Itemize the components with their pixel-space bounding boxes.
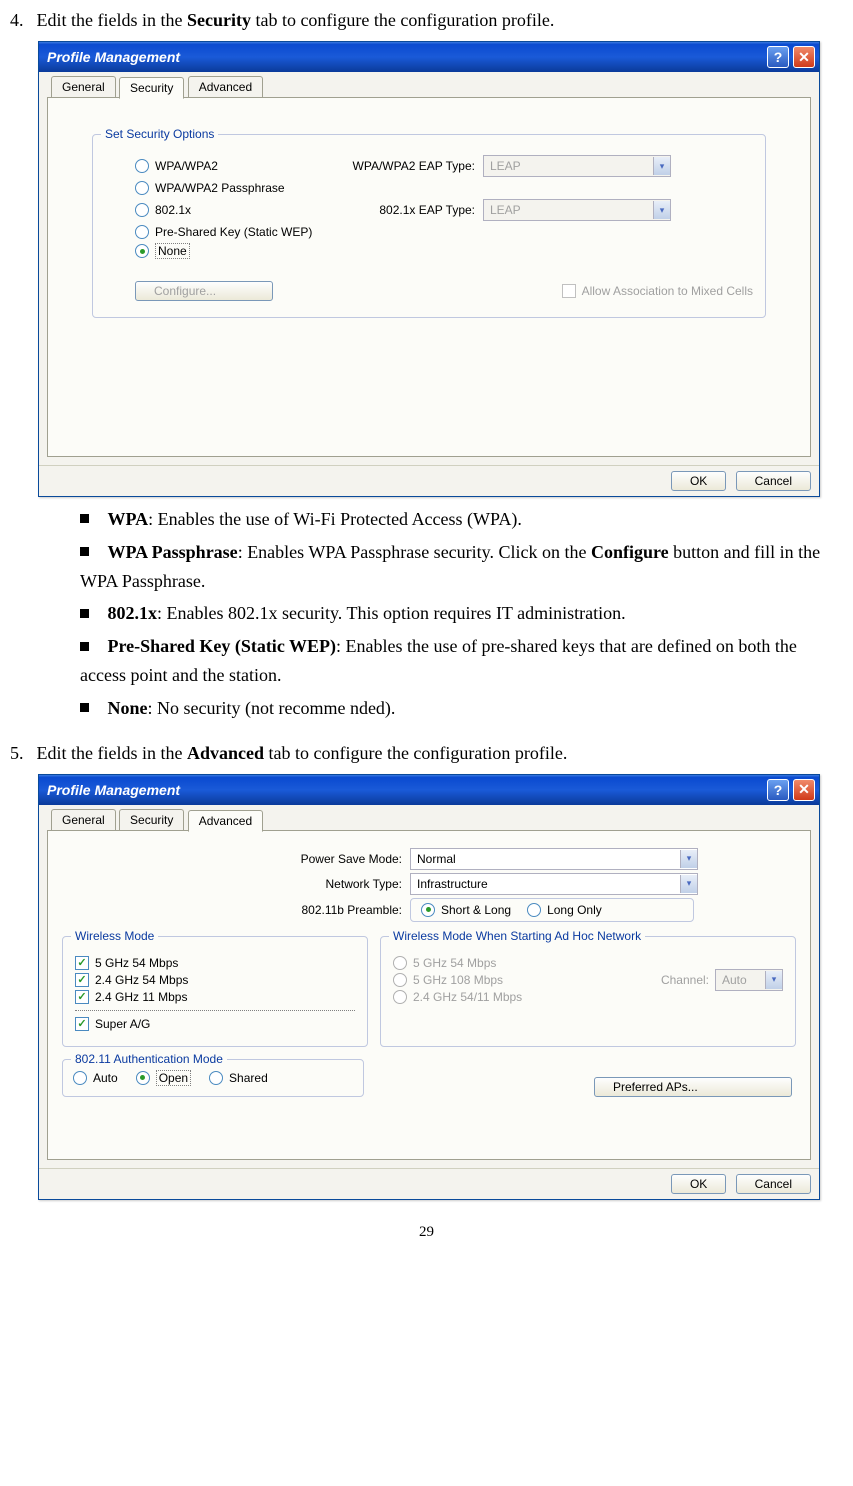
radio-none-label: None	[155, 243, 190, 259]
radio-ah-24	[393, 990, 407, 1004]
step-4-num: 4.	[10, 10, 32, 31]
group-title: Wireless Mode When Starting Ad Hoc Netwo…	[389, 929, 645, 943]
preferred-aps-button[interactable]: Preferred APs...	[594, 1077, 792, 1097]
radio-wpa-label: WPA/WPA2	[155, 159, 335, 173]
check-super-ag[interactable]: ✓	[75, 1017, 89, 1031]
ok-button[interactable]: OK	[671, 1174, 726, 1194]
radio-long-only[interactable]	[527, 903, 541, 917]
bullet-icon	[80, 609, 89, 618]
radio-ah-5-108	[393, 973, 407, 987]
preamble-group: Short & Long Long Only	[410, 898, 694, 922]
close-button[interactable]: ✕	[793, 46, 815, 68]
eap1-label: WPA/WPA2 EAP Type:	[335, 159, 483, 173]
cancel-button[interactable]: Cancel	[736, 471, 811, 491]
bullet-icon	[80, 514, 89, 523]
radio-psk-label: Pre-Shared Key (Static WEP)	[155, 225, 312, 239]
bullet-icon	[80, 547, 89, 556]
tab-strip: General Security Advanced	[47, 809, 811, 831]
configure-button: Configure...	[135, 281, 273, 301]
tab-general[interactable]: General	[51, 809, 116, 830]
window-title: Profile Management	[47, 782, 763, 798]
eap1-combo: LEAP▾	[483, 155, 671, 177]
radio-none[interactable]	[135, 244, 149, 258]
step-5: 5. Edit the fields in the Advanced tab t…	[10, 743, 843, 764]
security-options-group: Set Security Options WPA/WPA2 WPA/WPA2 E…	[92, 134, 766, 318]
ok-button[interactable]: OK	[671, 471, 726, 491]
adhoc-mode-group: Wireless Mode When Starting Ad Hoc Netwo…	[380, 936, 796, 1047]
psm-label: Power Save Mode:	[262, 852, 410, 866]
bullet-icon	[80, 642, 89, 651]
dialog-body: General Security Advanced Set Security O…	[39, 72, 819, 465]
tab-security[interactable]: Security	[119, 809, 184, 830]
psm-combo[interactable]: Normal▾	[410, 848, 698, 870]
help-button[interactable]: ?	[767, 779, 789, 801]
group-title: Wireless Mode	[71, 929, 158, 943]
chevron-down-icon: ▾	[765, 971, 782, 989]
eap2-label: 802.1x EAP Type:	[335, 203, 483, 217]
chevron-down-icon: ▾	[680, 850, 697, 868]
bullet-wpa-passphrase: WPA Passphrase: Enables WPA Passphrase s…	[80, 538, 843, 596]
dialog-body: General Security Advanced Power Save Mod…	[39, 805, 819, 1168]
auth-mode-group: 802.11 Authentication Mode Auto Open Sha…	[62, 1059, 364, 1097]
check-24ghz-54[interactable]: ✓	[75, 973, 89, 987]
radio-ah-5-54	[393, 956, 407, 970]
radio-auth-shared[interactable]	[209, 1071, 223, 1085]
security-panel: Set Security Options WPA/WPA2 WPA/WPA2 E…	[47, 97, 811, 457]
radio-auth-open[interactable]	[136, 1071, 150, 1085]
allow-mixed-check	[562, 284, 576, 298]
step-5-text: Edit the fields in the Advanced tab to c…	[37, 743, 568, 763]
wireless-mode-group: Wireless Mode ✓5 GHz 54 Mbps ✓2.4 GHz 54…	[62, 936, 368, 1047]
chevron-down-icon: ▾	[653, 201, 670, 219]
bullet-wpa: WPA: Enables the use of Wi-Fi Protected …	[80, 505, 843, 534]
radio-auth-auto[interactable]	[73, 1071, 87, 1085]
radio-8021x-label: 802.1x	[155, 203, 335, 217]
step-4: 4. Edit the fields in the Security tab t…	[10, 10, 843, 31]
close-button[interactable]: ✕	[793, 779, 815, 801]
radio-wpa[interactable]	[135, 159, 149, 173]
group-title: 802.11 Authentication Mode	[71, 1052, 227, 1066]
chevron-down-icon: ▾	[680, 875, 697, 893]
allow-mixed-label: Allow Association to Mixed Cells	[582, 284, 753, 298]
profile-mgmt-dialog-security: Profile Management ? ✕ General Security …	[38, 41, 820, 497]
cancel-button[interactable]: Cancel	[736, 1174, 811, 1194]
check-5ghz-54[interactable]: ✓	[75, 956, 89, 970]
check-24ghz-11[interactable]: ✓	[75, 990, 89, 1004]
radio-psk[interactable]	[135, 225, 149, 239]
radio-wpa-passphrase-label: WPA/WPA2 Passphrase	[155, 181, 285, 195]
bullet-none: None: No security (not recomme nded).	[80, 694, 843, 723]
bullet-8021x: 802.1x: Enables 802.1x security. This op…	[80, 599, 843, 628]
tab-advanced[interactable]: Advanced	[188, 810, 263, 832]
channel-label: Channel:	[661, 973, 709, 987]
separator	[75, 1010, 355, 1011]
preamble-label: 802.11b Preamble:	[262, 903, 410, 917]
page-number: 29	[10, 1224, 843, 1241]
security-bullets: WPA: Enables the use of Wi-Fi Protected …	[80, 505, 843, 723]
bullet-psk: Pre-Shared Key (Static WEP): Enables the…	[80, 632, 843, 690]
bullet-icon	[80, 703, 89, 712]
radio-wpa-passphrase[interactable]	[135, 181, 149, 195]
radio-8021x[interactable]	[135, 203, 149, 217]
tab-strip: General Security Advanced	[47, 76, 811, 98]
titlebar[interactable]: Profile Management ? ✕	[39, 42, 819, 72]
dialog-footer: OK Cancel	[39, 1168, 819, 1199]
channel-combo: Auto▾	[715, 969, 783, 991]
profile-mgmt-dialog-advanced: Profile Management ? ✕ General Security …	[38, 774, 820, 1200]
step-5-num: 5.	[10, 743, 32, 764]
radio-short-long[interactable]	[421, 903, 435, 917]
tab-general[interactable]: General	[51, 76, 116, 97]
tab-advanced[interactable]: Advanced	[188, 76, 263, 97]
group-title: Set Security Options	[101, 127, 218, 141]
step-4-text: Edit the fields in the Security tab to c…	[37, 10, 555, 30]
dialog-footer: OK Cancel	[39, 465, 819, 496]
nt-label: Network Type:	[262, 877, 410, 891]
help-button[interactable]: ?	[767, 46, 789, 68]
window-title: Profile Management	[47, 49, 763, 65]
advanced-panel: Power Save Mode: Normal▾ Network Type: I…	[47, 830, 811, 1160]
titlebar[interactable]: Profile Management ? ✕	[39, 775, 819, 805]
chevron-down-icon: ▾	[653, 157, 670, 175]
nt-combo[interactable]: Infrastructure▾	[410, 873, 698, 895]
tab-security[interactable]: Security	[119, 77, 184, 99]
eap2-combo: LEAP▾	[483, 199, 671, 221]
